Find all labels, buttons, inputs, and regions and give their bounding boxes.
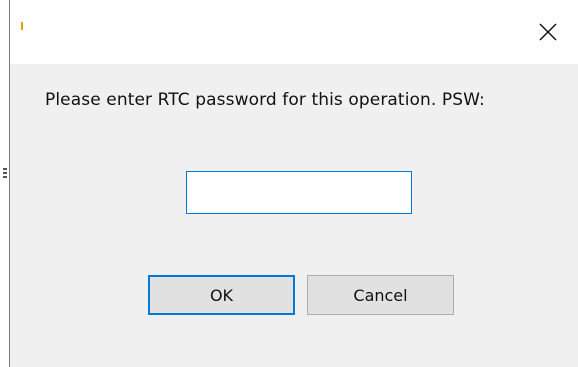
close-button[interactable] [518, 0, 578, 64]
ok-button[interactable]: OK [148, 275, 295, 315]
password-input[interactable] [186, 171, 412, 214]
edge-tick [3, 168, 7, 170]
close-icon [539, 23, 557, 41]
prompt-text: Please enter RTC password for this opera… [45, 90, 485, 110]
title-app-icon [21, 22, 23, 30]
edge-tick [3, 172, 7, 174]
edge-tick [3, 176, 7, 178]
background-window-edge [0, 0, 9, 367]
rtc-password-dialog: Please enter RTC password for this opera… [0, 0, 578, 367]
cancel-button[interactable]: Cancel [307, 275, 454, 315]
title-bar [10, 0, 578, 64]
